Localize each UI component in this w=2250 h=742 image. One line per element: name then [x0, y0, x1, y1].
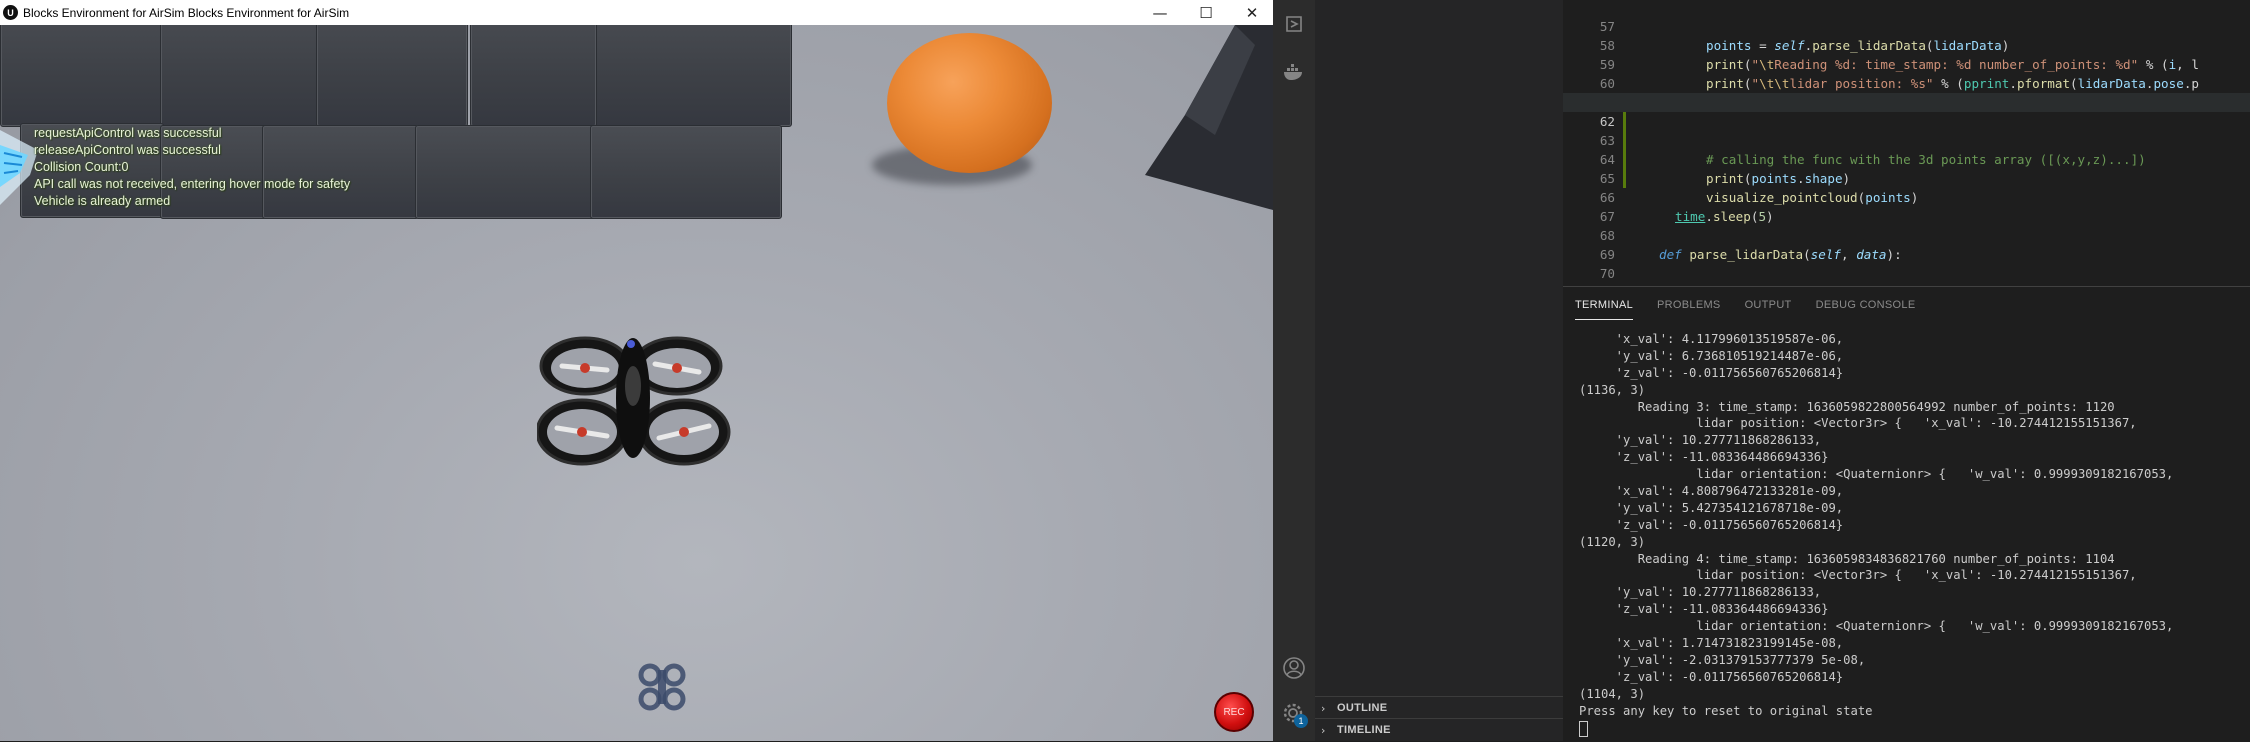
tab-debug-console[interactable]: DEBUG CONSOLE [1816, 297, 1916, 319]
code-line: 68 def parse_lidarData(self, data): [1563, 207, 2250, 262]
chevron-right-icon: › [1321, 701, 1326, 715]
remote-explorer-icon[interactable] [1280, 10, 1308, 38]
terminal-line: lidar position: <Vector3r> { 'x_val': -1… [1579, 568, 2137, 583]
docker-icon[interactable] [1280, 58, 1308, 86]
orange-sphere [887, 33, 1052, 173]
tab-terminal[interactable]: TERMINAL [1575, 297, 1634, 320]
hud-line: releaseApiControl was successful [34, 143, 221, 157]
terminal-line: 'y_val': 5.427354121678718e-09, [1579, 500, 1844, 515]
hud-line: requestApiControl was successful [34, 126, 222, 140]
tab-output[interactable]: OUTPUT [1745, 297, 1792, 319]
terminal-line: 'x_val': 1.714731823199145e-08, [1579, 636, 1844, 651]
code-line: 66 time.sleep(5) [1563, 169, 2250, 224]
terminal-line: 'y_val': 10.277711868286133, [1579, 585, 1822, 600]
terminal-line: 'y_val': 10.277711868286133, [1579, 433, 1822, 448]
terminal-line: (1136, 3) [1579, 382, 1646, 397]
code-line: 63 print(points.shape) [1563, 112, 2250, 186]
terminal-line: lidar position: <Vector3r> { 'x_val': -1… [1579, 416, 2137, 431]
code-line: 65 [1563, 150, 2250, 186]
window-titlebar[interactable]: U Blocks Environment for AirSim Blocks E… [0, 0, 1273, 25]
manage-badge: 1 [1294, 714, 1308, 728]
chevron-right-icon: › [1321, 723, 1326, 737]
minimize-button[interactable]: — [1137, 0, 1183, 25]
quadcopter-drone [537, 336, 731, 466]
code-line: 70 # reshape array of floats to array of… [1563, 245, 2250, 286]
simulation-viewport[interactable]: requestApiControl was successful release… [0, 5, 1273, 741]
code-line-active: 62 # calling the func with the 3d points… [1563, 93, 2250, 167]
hud-messages: requestApiControl was successful release… [34, 125, 350, 210]
close-button[interactable]: ✕ [1229, 0, 1273, 25]
terminal-line: 'z_val': -0.011756560765206814} [1579, 365, 1844, 380]
code-line: 57 points = self.parse_lidarData(lidarDa… [1563, 0, 2250, 53]
terminal-line: 'z_val': -0.011756560765206814} [1579, 669, 1844, 684]
code-line: 71 points = np.array(data.point_cloud, d… [1563, 264, 2250, 286]
terminal-line: 'x_val': 4.117996013519587e-06, [1579, 332, 1844, 346]
hud-line: Vehicle is already armed [34, 194, 171, 208]
code-line: 60 print("\t\tlidar orientation: %s" % (… [1563, 55, 2250, 110]
tab-problems[interactable]: PROBLEMS [1657, 297, 1721, 319]
terminal-line: lidar orientation: <Quaternionr> { 'w_va… [1579, 619, 2174, 634]
terminal-line: 'x_val': 4.808796472133281e-09, [1579, 484, 1844, 499]
terminal-line: (1104, 3) [1579, 686, 1646, 701]
sidebar-section-timeline[interactable]: › TIMELINE [1315, 718, 1563, 741]
block-right-edge [1145, 25, 1273, 210]
window-title: Blocks Environment for AirSim Blocks Env… [23, 5, 350, 20]
unreal-logo-icon: U [3, 5, 18, 20]
terminal-line: 'y_val': 6.736810519214487e-06, [1579, 348, 1844, 363]
sidebar-section-label: TIMELINE [1337, 724, 1391, 736]
terminal-line: Reading 3: time_stamp: 16360598228005649… [1579, 399, 2115, 414]
panel-tabs: TERMINAL PROBLEMS OUTPUT DEBUG CONSOLE [1575, 297, 1939, 321]
terminal-line: Press any key to reset to original state [1579, 703, 1873, 718]
terminal-line: 'z_val': -11.083364486694336} [1579, 602, 1829, 617]
code-line: 69 [1563, 226, 2250, 262]
maximize-button[interactable]: ☐ [1183, 0, 1229, 25]
lidar-points-glow [0, 130, 38, 205]
vscode-window[interactable]: 1 › OUTLINE › TIMELINE 57 points = self.… [1273, 0, 2250, 742]
code-line: 67 [1563, 188, 2250, 224]
bottom-panel: TERMINAL PROBLEMS OUTPUT DEBUG CONSOLE '… [1563, 286, 2250, 742]
code-line: 61 [1563, 74, 2250, 131]
terminal-line: Reading 4: time_stamp: 16360598348368217… [1579, 551, 2115, 566]
terminal-line: 'z_val': -0.011756560765206814} [1579, 517, 1844, 532]
terminal-output[interactable]: 'x_val': 4.117996013519587e-06, 'y_val':… [1579, 331, 2249, 738]
airsim-window[interactable]: U Blocks Environment for AirSim Blocks E… [0, 0, 1273, 741]
code-line: 64 visualize_pointcloud(points) [1563, 131, 2250, 205]
hud-line: Collision Count:0 [34, 160, 129, 174]
record-button[interactable]: REC [1214, 692, 1254, 732]
hud-line: API call was not received, entering hove… [34, 177, 351, 191]
terminal-cursor [1579, 721, 1588, 738]
sidebar-section-outline[interactable]: › OUTLINE [1315, 696, 1563, 719]
terminal-line: lidar orientation: <Quaternionr> { 'w_va… [1579, 467, 2174, 482]
activity-bar: 1 [1273, 0, 1315, 741]
code-line: 59 print("\t\tlidar position: %s" % (ppr… [1563, 36, 2250, 91]
account-icon[interactable] [1280, 654, 1308, 682]
code-editor[interactable]: 57 points = self.parse_lidarData(lidarDa… [1563, 0, 2250, 286]
drone-shadow [638, 663, 686, 711]
manage-gear-icon[interactable]: 1 [1280, 700, 1308, 728]
sidebar-section-label: OUTLINE [1337, 702, 1388, 714]
code-line: 58 print("\tReading %d: time_stamp: %d n… [1563, 17, 2250, 72]
sidebar: › OUTLINE › TIMELINE [1315, 0, 1563, 741]
terminal-line: 'y_val': -2.031379153777379 5e-08, [1579, 652, 1866, 667]
terminal-line: (1120, 3) [1579, 534, 1646, 549]
terminal-line: 'z_val': -11.083364486694336} [1579, 450, 1829, 465]
